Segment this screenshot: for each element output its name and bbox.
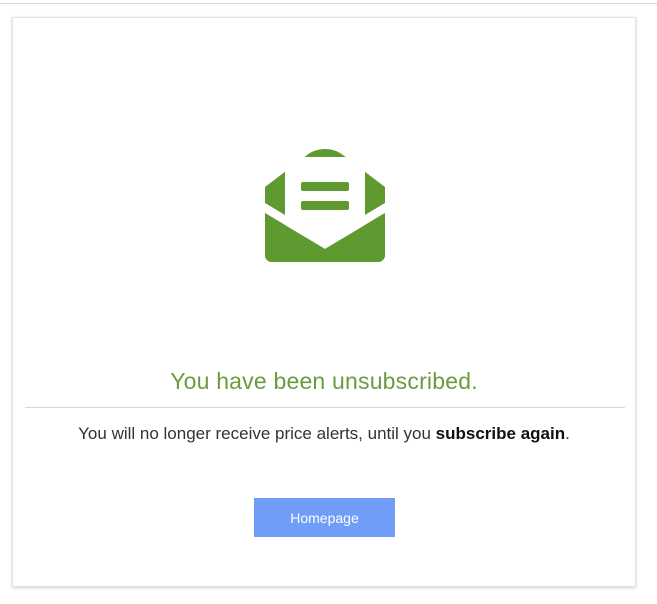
unsubscribe-message: You will no longer receive price alerts,… (13, 424, 635, 444)
homepage-button[interactable]: Homepage (254, 498, 395, 537)
subscribe-again-text: subscribe again (435, 424, 566, 443)
message-period: . (565, 424, 570, 443)
message-text: You will no longer receive price alerts,… (78, 424, 436, 443)
unsubscribe-card: You have been unsubscribed. You will no … (12, 17, 636, 587)
content-divider (25, 407, 625, 408)
top-divider (0, 3, 657, 4)
open-envelope-icon (265, 149, 385, 262)
unsubscribed-title: You have been unsubscribed. (170, 368, 478, 394)
